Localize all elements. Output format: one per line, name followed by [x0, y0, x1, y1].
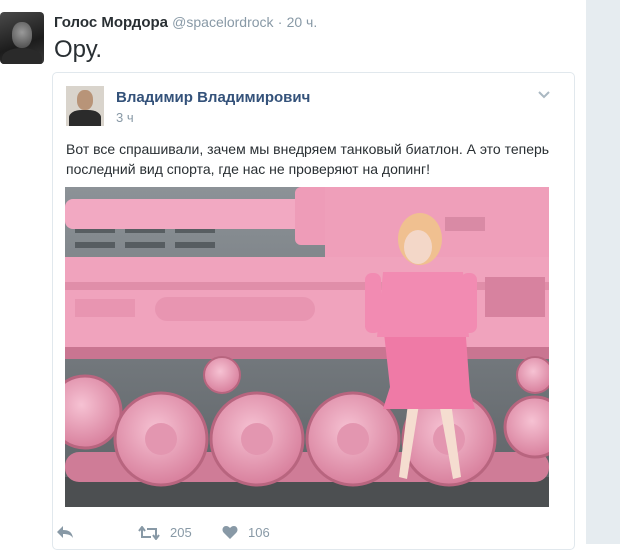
quoted-timestamp[interactable]: 3 ч	[116, 110, 134, 125]
avatar-shoulder	[2, 48, 42, 64]
tweet-header: Голос Мордора @spacelordrock · 20 ч.	[54, 14, 317, 31]
retweet-button[interactable]: 205	[138, 525, 192, 540]
side-panel-background	[586, 0, 620, 544]
tweet-text: Ору.	[54, 36, 103, 63]
author-name[interactable]: Голос Мордора	[54, 14, 168, 31]
avatar-body	[69, 110, 101, 126]
reply-button[interactable]	[56, 525, 74, 539]
retweet-icon	[138, 525, 160, 540]
avatar-head	[77, 90, 93, 110]
retweet-count: 205	[170, 525, 192, 540]
like-button[interactable]: 106	[222, 525, 270, 540]
heart-icon	[222, 525, 238, 540]
reply-icon	[56, 525, 74, 539]
tweet-actions: 205 106	[52, 525, 352, 545]
author-avatar[interactable]	[0, 12, 44, 64]
author-handle[interactable]: @spacelordrock	[172, 14, 273, 30]
chevron-down-icon[interactable]	[537, 87, 551, 103]
avatar-face	[12, 22, 32, 48]
quoted-author-name[interactable]: Владимир Владимирович	[116, 89, 310, 106]
pink-tank-photo	[65, 187, 549, 507]
tweet-timestamp[interactable]: 20 ч.	[287, 14, 318, 30]
quoted-tweet-card[interactable]: Владимир Владимирович 3 ч Вот все спраши…	[52, 72, 575, 550]
quoted-tweet-photo[interactable]	[65, 187, 549, 507]
header-separator: ·	[277, 14, 283, 30]
quoted-tweet-text: Вот все спрашивали, зачем мы внедряем та…	[66, 141, 550, 177]
quoted-author-avatar[interactable]	[66, 86, 104, 126]
like-count: 106	[248, 525, 270, 540]
